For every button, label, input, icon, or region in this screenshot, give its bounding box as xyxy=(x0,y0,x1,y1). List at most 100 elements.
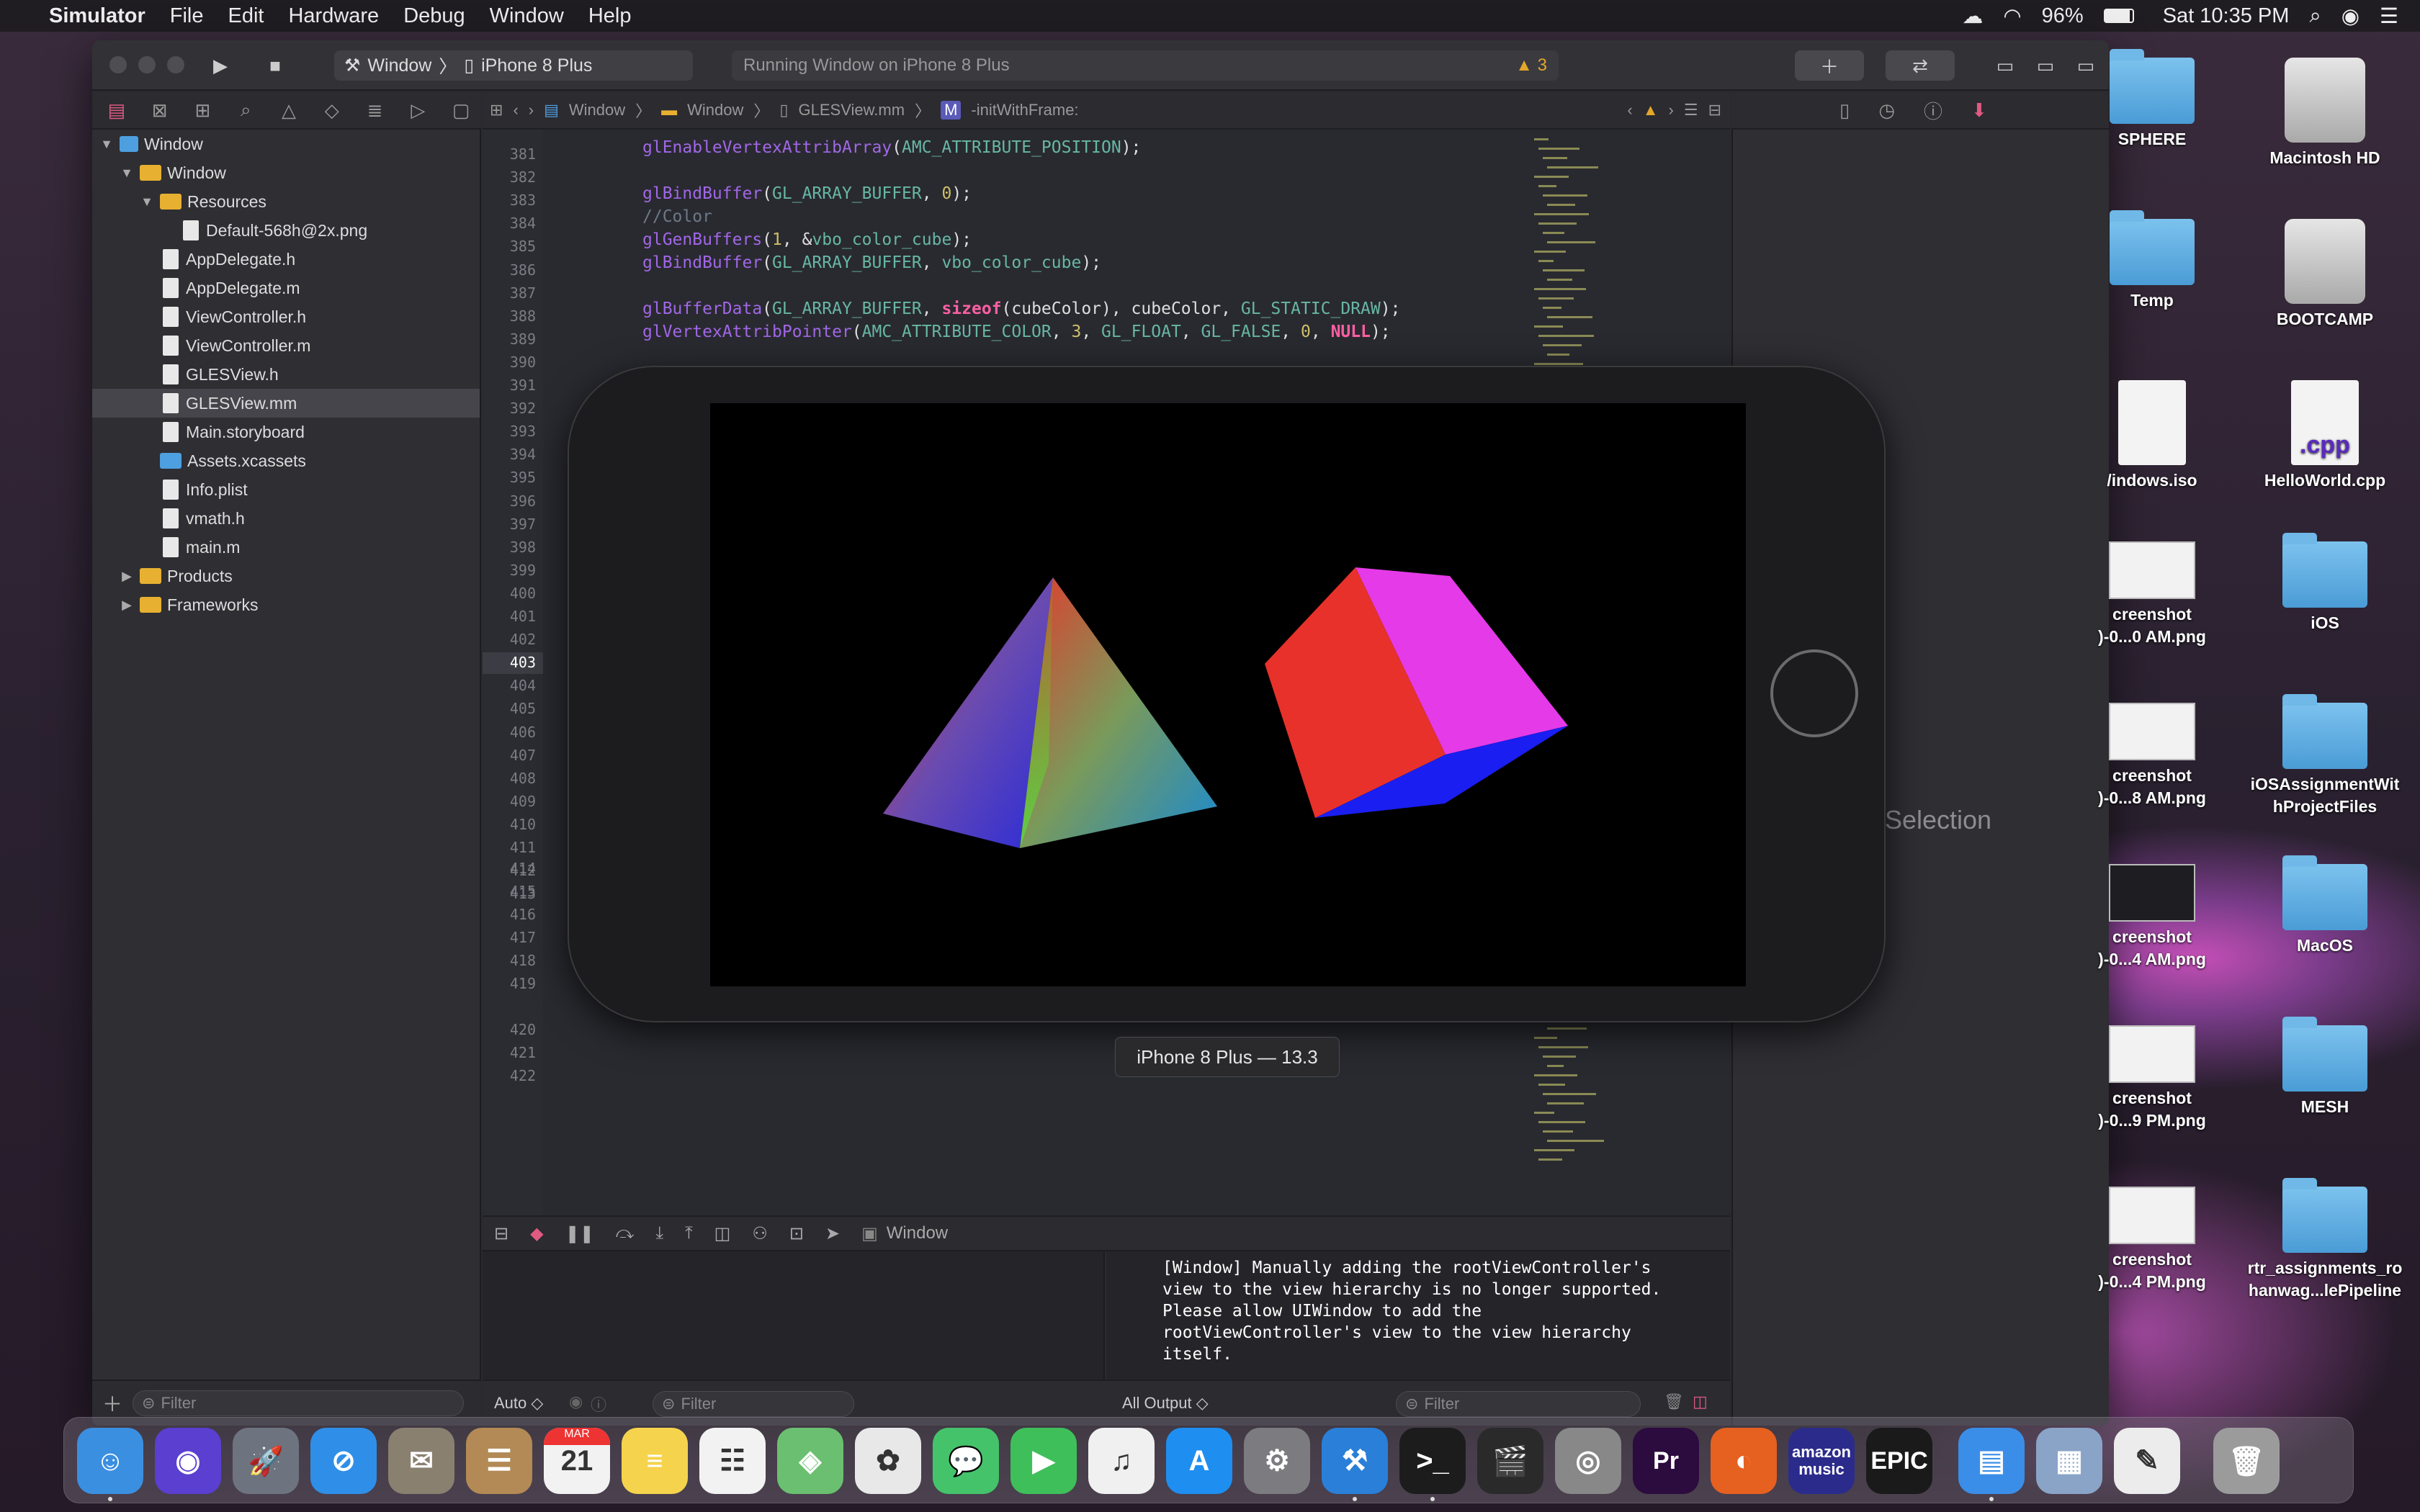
step-over-icon[interactable]: ⤼ xyxy=(616,1223,635,1243)
find-navigator-icon[interactable]: ⌕ xyxy=(225,99,266,122)
debug-process-name[interactable]: Window xyxy=(887,1223,948,1243)
accessibility-inspector-icon[interactable]: ⬇ xyxy=(1971,99,1987,122)
file-inspector-icon[interactable]: ▯ xyxy=(1839,99,1850,122)
disclosure-expanded-icon[interactable]: ▼ xyxy=(99,137,114,152)
test-navigator-icon[interactable]: ◇ xyxy=(312,99,352,122)
iphone-simulator-window[interactable] xyxy=(568,366,1886,1022)
navigator-item[interactable]: ▼ Resources xyxy=(92,187,480,216)
navigator-item[interactable]: AppDelegate.m xyxy=(92,274,480,302)
warning-count[interactable]: ▲ 3 xyxy=(1515,55,1547,76)
history-inspector-icon[interactable]: ◷ xyxy=(1878,99,1895,122)
mail-icon[interactable]: ✉ xyxy=(388,1428,454,1494)
user-avatar-icon[interactable]: ◉ xyxy=(2341,4,2360,29)
trash-icon[interactable]: 🗑 xyxy=(2213,1428,2280,1494)
firefox-icon[interactable]: ◐ xyxy=(1711,1428,1777,1494)
code-line[interactable]: glEnableVertexAttribArray(AMC_ATTRIBUTE_… xyxy=(642,138,1141,157)
breadcrumb-project[interactable]: Window xyxy=(569,101,625,120)
variables-view[interactable] xyxy=(483,1251,1105,1380)
variables-filter-input[interactable]: ⊜ Filter xyxy=(653,1391,854,1417)
notes-icon[interactable]: ≡ xyxy=(622,1428,688,1494)
disclosure-expanded-icon[interactable]: ▼ xyxy=(140,194,154,210)
related-items-icon[interactable]: ⊞ xyxy=(490,101,503,120)
navigator-item[interactable]: main.m xyxy=(92,533,480,562)
spotlight-search-icon[interactable]: ⌕ xyxy=(2309,4,2321,28)
navigator-item[interactable]: GLESView.mm xyxy=(92,389,480,418)
desktop-icon[interactable]: iOS xyxy=(2238,533,2411,634)
desktop-icon[interactable]: SPHERE xyxy=(2066,49,2238,150)
forward-icon[interactable]: › xyxy=(529,101,534,120)
epic-games-icon[interactable]: EPIC xyxy=(1866,1428,1932,1494)
navigator-item[interactable]: GLESView.h xyxy=(92,360,480,389)
textedit-icon[interactable]: ✎ xyxy=(2114,1428,2180,1494)
xcode-icon[interactable]: ⚒ xyxy=(1322,1428,1388,1494)
split-view-icon[interactable]: ◫ xyxy=(1693,1392,1708,1411)
code-line[interactable]: //Color xyxy=(642,207,712,226)
clock[interactable]: Sat 10:35 PM xyxy=(2163,4,2290,28)
step-into-icon[interactable]: ⤓ xyxy=(655,1223,663,1243)
add-library-button[interactable]: ＋ xyxy=(1795,50,1864,81)
premiere-icon[interactable]: Pr xyxy=(1633,1428,1699,1494)
messages-icon[interactable]: 💬 xyxy=(933,1428,999,1494)
breadcrumb-file[interactable]: GLESView.mm xyxy=(799,101,905,120)
add-editor-icon[interactable]: ⊟ xyxy=(1708,101,1721,120)
desktop-icon[interactable]: BOOTCAMP xyxy=(2238,219,2411,330)
navigator-item[interactable]: Main.storyboard xyxy=(92,418,480,446)
simulator-icon[interactable]: ▤ xyxy=(1958,1428,2025,1494)
simulator-screen[interactable] xyxy=(710,403,1746,986)
quick-look-icon[interactable]: ◉ xyxy=(569,1392,583,1411)
issue-navigator-icon[interactable]: △ xyxy=(269,99,309,122)
preview-icon[interactable]: ▦ xyxy=(2036,1428,2102,1494)
launchpad-icon[interactable]: 🚀 xyxy=(233,1428,299,1494)
symbol-navigator-icon[interactable]: ⊞ xyxy=(183,99,223,122)
final-cut-icon[interactable]: 🎬 xyxy=(1477,1428,1543,1494)
desktop-icon[interactable]: Temp xyxy=(2066,210,2238,312)
desktop-icon[interactable]: /indows.iso xyxy=(2066,380,2238,492)
menu-edit[interactable]: Edit xyxy=(228,4,264,28)
home-button[interactable] xyxy=(1770,649,1858,737)
disclosure-expanded-icon[interactable]: ▼ xyxy=(120,166,134,181)
navigator-item[interactable]: AppDelegate.h xyxy=(92,245,480,274)
disclosure-collapsed-icon[interactable]: ▶ xyxy=(120,569,134,584)
siri-icon[interactable]: ◉ xyxy=(155,1428,221,1494)
hide-debug-area-icon[interactable]: ⊟ xyxy=(494,1223,508,1244)
terminal-icon[interactable]: >_ xyxy=(1399,1428,1466,1494)
breadcrumb-method[interactable]: -initWithFrame: xyxy=(971,101,1078,120)
zoom-window-button[interactable] xyxy=(167,56,184,73)
navigator-item[interactable]: Info.plist xyxy=(92,475,480,504)
close-window-button[interactable] xyxy=(109,56,127,73)
facetime-icon[interactable]: ▶ xyxy=(1010,1428,1077,1494)
desktop-icon[interactable]: creenshot )-0...0 AM.png xyxy=(2066,541,2238,648)
back-icon[interactable]: ‹ xyxy=(513,101,518,120)
navigator-item[interactable]: ▼ Window xyxy=(92,158,480,187)
stop-button[interactable]: ■ xyxy=(255,50,295,81)
add-file-icon[interactable]: ＋ xyxy=(102,1389,122,1418)
debug-view-hierarchy-icon[interactable]: ◫ xyxy=(714,1223,731,1244)
quick-help-icon[interactable]: ⓘ xyxy=(1924,97,1942,124)
menu-help[interactable]: Help xyxy=(588,4,632,28)
desktop-icon[interactable]: Macintosh HD xyxy=(2238,58,2411,169)
simulate-location-icon[interactable]: ➤ xyxy=(825,1223,840,1244)
code-line[interactable]: glBindBuffer(GL_ARRAY_BUFFER, 0); xyxy=(642,184,972,203)
code-line[interactable]: glGenBuffers(1, &vbo_color_cube); xyxy=(642,230,972,249)
code-line[interactable]: glBufferData(GL_ARRAY_BUFFER, sizeof(cub… xyxy=(642,300,1400,318)
menu-window[interactable]: Window xyxy=(490,4,564,28)
toggle-debug-area-icon[interactable]: ▭ xyxy=(2025,50,2066,81)
desktop-icon[interactable]: rtr_assignments_ro hanwag...lePipeline xyxy=(2238,1178,2411,1302)
toggle-navigator-icon[interactable]: ▭ xyxy=(1985,50,2025,81)
battery-percent[interactable]: 96% xyxy=(2042,4,2084,28)
disclosure-collapsed-icon[interactable]: ▶ xyxy=(120,598,134,613)
app-store-icon[interactable]: A xyxy=(1166,1428,1232,1494)
next-issue-icon[interactable]: › xyxy=(1669,101,1674,120)
desktop-icon[interactable]: creenshot )-0...8 AM.png xyxy=(2066,703,2238,809)
menu-hardware[interactable]: Hardware xyxy=(288,4,379,28)
console-output[interactable]: [Window] Manually adding the rootViewCon… xyxy=(1106,1251,1730,1380)
disk-utility-icon[interactable]: ◎ xyxy=(1555,1428,1621,1494)
safari-icon[interactable]: ⊘ xyxy=(310,1428,377,1494)
desktop-icon[interactable]: .cpp HelloWorld.cpp xyxy=(2238,380,2411,492)
desktop-icon[interactable]: creenshot )-0...9 PM.png xyxy=(2066,1025,2238,1132)
contacts-icon[interactable]: ☰ xyxy=(466,1428,532,1494)
code-review-button[interactable]: ⇄ xyxy=(1886,50,1955,81)
navigator-filter-input[interactable]: ⊜ Filter xyxy=(133,1390,465,1416)
finder-icon[interactable]: ☺ xyxy=(77,1428,143,1494)
editor-options-icon[interactable]: ☰ xyxy=(1684,101,1698,120)
